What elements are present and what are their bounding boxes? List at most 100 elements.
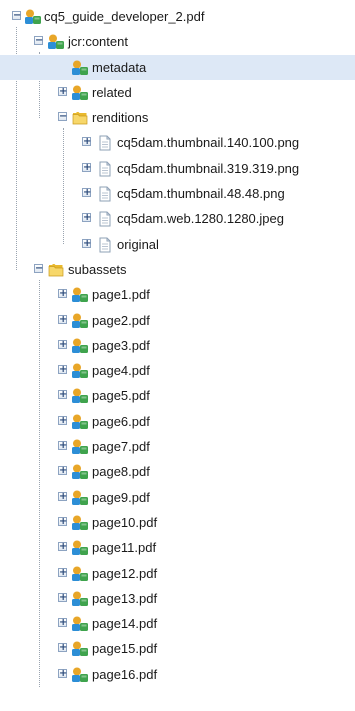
expand-toggle-icon[interactable]: + bbox=[58, 542, 67, 552]
file-icon bbox=[96, 185, 114, 202]
tree-node-label: page4.pdf bbox=[92, 363, 150, 379]
asset-node-icon bbox=[71, 565, 89, 581]
tree-node[interactable]: + page15.pdf bbox=[0, 636, 355, 661]
asset-node-icon bbox=[47, 33, 65, 50]
tree-node-label: page9.pdf bbox=[92, 489, 150, 505]
tree-node[interactable]: + page10.pdf bbox=[0, 510, 355, 535]
collapse-toggle-icon[interactable]: − bbox=[34, 36, 43, 46]
tree-node[interactable]: + page4.pdf bbox=[0, 358, 355, 383]
expand-toggle-icon[interactable]: + bbox=[58, 339, 67, 349]
tree-node[interactable]: + page5.pdf bbox=[0, 383, 355, 408]
expand-toggle-icon[interactable]: + bbox=[58, 567, 67, 577]
tree-node-label: cq5dam.thumbnail.48.48.png bbox=[117, 186, 285, 202]
asset-node-icon bbox=[71, 59, 89, 75]
expand-toggle-icon[interactable]: + bbox=[58, 415, 67, 425]
tree-node[interactable]: + page14.pdf bbox=[0, 611, 355, 636]
asset-node-icon bbox=[71, 84, 89, 100]
tree-node-label: page7.pdf bbox=[92, 439, 150, 455]
tree-node[interactable]: + related bbox=[0, 80, 355, 105]
asset-node-icon bbox=[24, 8, 42, 24]
file-icon bbox=[96, 160, 114, 177]
tree-node[interactable]: − renditions bbox=[0, 105, 355, 130]
tree-node[interactable]: − subassets bbox=[0, 257, 355, 282]
expand-toggle-icon[interactable]: + bbox=[82, 188, 91, 198]
tree-node-label: cq5dam.thumbnail.140.100.png bbox=[117, 135, 300, 151]
expand-toggle-icon[interactable]: + bbox=[82, 162, 91, 172]
expand-toggle-icon[interactable]: + bbox=[58, 86, 67, 96]
tree-node-label: page3.pdf bbox=[92, 337, 150, 353]
file-icon bbox=[96, 236, 114, 253]
expand-toggle-icon[interactable]: + bbox=[58, 491, 67, 501]
tree-node[interactable]: − jcr:content bbox=[0, 29, 355, 54]
tree-node-label: page5.pdf bbox=[92, 388, 150, 404]
expand-toggle-icon[interactable]: + bbox=[82, 137, 91, 147]
tree-node[interactable]: + cq5dam.thumbnail.319.319.png bbox=[0, 156, 355, 181]
tree-node[interactable]: + page6.pdf bbox=[0, 409, 355, 434]
tree-node-label: cq5dam.thumbnail.319.319.png bbox=[117, 160, 300, 176]
folder-icon bbox=[71, 109, 89, 125]
asset-node-icon bbox=[71, 489, 89, 505]
tree-node[interactable]: + page1.pdf bbox=[0, 282, 355, 307]
tree-node[interactable]: + page3.pdf bbox=[0, 333, 355, 358]
tree-node[interactable]: + page2.pdf bbox=[0, 308, 355, 333]
tree-node-label: original bbox=[117, 236, 159, 252]
tree-node-label: page12.pdf bbox=[92, 565, 158, 581]
tree-node[interactable]: + page13.pdf bbox=[0, 586, 355, 611]
tree-node-label: page8.pdf bbox=[92, 464, 150, 480]
expand-toggle-icon[interactable]: + bbox=[58, 314, 67, 324]
asset-node-icon bbox=[71, 514, 89, 530]
asset-node-icon bbox=[71, 539, 89, 556]
asset-node-icon bbox=[71, 286, 89, 303]
tree-node-label: page15.pdf bbox=[92, 641, 158, 657]
expand-toggle-icon[interactable]: + bbox=[58, 618, 67, 628]
tree-node[interactable]: − cq5_guide_developer_2.pdf bbox=[0, 4, 355, 29]
asset-node-icon bbox=[71, 615, 89, 632]
expand-toggle-icon[interactable]: + bbox=[58, 365, 67, 375]
tree-node[interactable]: + cq5dam.thumbnail.48.48.png bbox=[0, 181, 355, 206]
tree-node-label: metadata bbox=[92, 59, 147, 75]
expand-toggle-icon[interactable]: + bbox=[58, 643, 67, 653]
tree-node-label: cq5dam.web.1280.1280.jpeg bbox=[117, 211, 284, 227]
expand-toggle-icon[interactable]: + bbox=[58, 592, 67, 602]
folder-icon bbox=[47, 261, 65, 277]
tree-node-label: page6.pdf bbox=[92, 413, 150, 429]
tree-node-label: related bbox=[92, 84, 132, 100]
tree-node-label: page14.pdf bbox=[92, 616, 158, 632]
expand-toggle-icon[interactable]: + bbox=[58, 441, 67, 451]
tree-node[interactable]: + page12.pdf bbox=[0, 561, 355, 586]
file-icon bbox=[96, 134, 114, 151]
tree-node-label: page10.pdf bbox=[92, 514, 158, 530]
collapse-toggle-icon[interactable]: − bbox=[12, 11, 21, 21]
tree-node-label: cq5_guide_developer_2.pdf bbox=[44, 9, 205, 24]
asset-node-icon bbox=[71, 337, 89, 353]
asset-node-icon bbox=[71, 590, 89, 606]
tree-node-label: page16.pdf bbox=[92, 666, 158, 682]
expand-toggle-icon[interactable]: + bbox=[58, 466, 67, 476]
asset-node-icon bbox=[71, 362, 89, 379]
tree-node[interactable]: + page16.pdf bbox=[0, 662, 355, 687]
tree-node[interactable]: + cq5dam.web.1280.1280.jpeg bbox=[0, 206, 355, 231]
tree-node[interactable]: + page9.pdf bbox=[0, 485, 355, 510]
tree-node-label: page11.pdf bbox=[92, 540, 157, 556]
asset-node-icon bbox=[71, 438, 89, 455]
asset-node-icon bbox=[71, 463, 89, 480]
expand-toggle-icon[interactable]: + bbox=[58, 516, 67, 526]
repository-tree: − cq5_guide_developer_2.pdf − jcr:content me… bbox=[0, 4, 355, 688]
expand-toggle-icon[interactable]: + bbox=[58, 390, 67, 400]
tree-node[interactable]: + page11.pdf bbox=[0, 535, 355, 560]
tree-node[interactable]: + page7.pdf bbox=[0, 434, 355, 459]
asset-node-icon bbox=[71, 640, 89, 657]
tree-node[interactable]: + page8.pdf bbox=[0, 459, 355, 484]
tree-node-label: subassets bbox=[68, 261, 127, 277]
expand-toggle-icon[interactable]: + bbox=[58, 668, 67, 678]
expand-toggle-icon[interactable]: + bbox=[82, 213, 91, 223]
expand-toggle-icon[interactable]: + bbox=[58, 289, 67, 299]
collapse-toggle-icon[interactable]: − bbox=[34, 263, 43, 273]
tree-node[interactable]: + original bbox=[0, 232, 355, 257]
expand-toggle-icon[interactable]: + bbox=[82, 238, 91, 248]
tree-node[interactable]: + cq5dam.thumbnail.140.100.png bbox=[0, 130, 355, 155]
collapse-toggle-icon[interactable]: − bbox=[58, 112, 67, 122]
tree-node[interactable]: metadata bbox=[0, 54, 355, 80]
tree-node-label: page2.pdf bbox=[92, 312, 150, 328]
asset-node-icon bbox=[71, 387, 89, 404]
